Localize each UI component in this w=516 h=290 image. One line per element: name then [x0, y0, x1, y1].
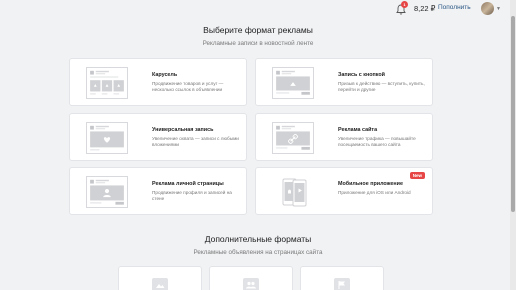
format-description: Увеличение трафика — повышайте посещаемо… [338, 136, 416, 147]
new-badge: New [409, 172, 425, 179]
page-title: Выберите формат рекламы [203, 25, 313, 35]
flag-icon [334, 278, 350, 290]
format-description: Увеличение охвата — записи с любыми влож… [152, 136, 239, 147]
website-ad-preview-icon [272, 122, 314, 154]
format-name: Реклама личной страницы [152, 181, 224, 187]
format-card-personal-page[interactable]: Реклама личной страницы Продвижение проф… [69, 167, 247, 215]
topup-link[interactable]: Пополнить [438, 4, 471, 11]
format-card-button-post[interactable]: Запись с кнопкой Призыв к действию — вст… [255, 58, 433, 106]
format-name: Запись с кнопкой [338, 72, 385, 78]
format-name: Универсальная запись [152, 127, 214, 133]
format-description: Продвижение профиля и записей на стене [152, 190, 232, 201]
additional-format-card[interactable] [300, 266, 384, 290]
format-name: Мобильное приложение [338, 181, 403, 187]
format-description: Призыв к действию — вступить, купить, пе… [338, 81, 425, 92]
button-post-preview-icon [272, 67, 314, 99]
personal-page-preview-icon [86, 176, 128, 208]
users-icon [243, 278, 259, 290]
mobile-app-preview-icon [272, 176, 314, 208]
format-card-mobile-app[interactable]: Мобильное приложение Приложение для iOS … [255, 167, 433, 215]
notification-badge: 1 [401, 1, 408, 8]
additional-format-card[interactable] [209, 266, 293, 290]
format-description: Продвижение товаров и услуг — несколько … [152, 81, 224, 92]
image-icon [152, 278, 168, 290]
format-name: Реклама сайта [338, 127, 378, 133]
page-subtitle: Рекламные записи в новостной ленте [202, 40, 314, 47]
format-card-carousel[interactable]: Карусель Продвижение товаров и услуг — н… [69, 58, 247, 106]
section-subtitle-additional: Рекламные объявления на страницах сайта [193, 249, 323, 256]
section-title-additional: Дополнительные форматы [204, 234, 312, 244]
top-bar: 1 8,22 ₽ Пополнить ▼ [0, 0, 510, 20]
format-name: Карусель [152, 72, 178, 78]
format-card-universal-post[interactable]: Универсальная запись Увеличение охвата —… [69, 113, 247, 161]
balance-amount: 8,22 ₽ [414, 4, 436, 13]
user-avatar[interactable] [481, 2, 494, 15]
additional-format-card[interactable] [118, 266, 202, 290]
universal-post-preview-icon [86, 122, 128, 154]
format-description: Приложение для iOS или Android [338, 190, 411, 195]
chevron-down-icon[interactable]: ▼ [496, 6, 501, 12]
format-card-website-ad[interactable]: Реклама сайта Увеличение трафика — повыш… [255, 113, 433, 161]
carousel-preview-icon [86, 67, 128, 99]
